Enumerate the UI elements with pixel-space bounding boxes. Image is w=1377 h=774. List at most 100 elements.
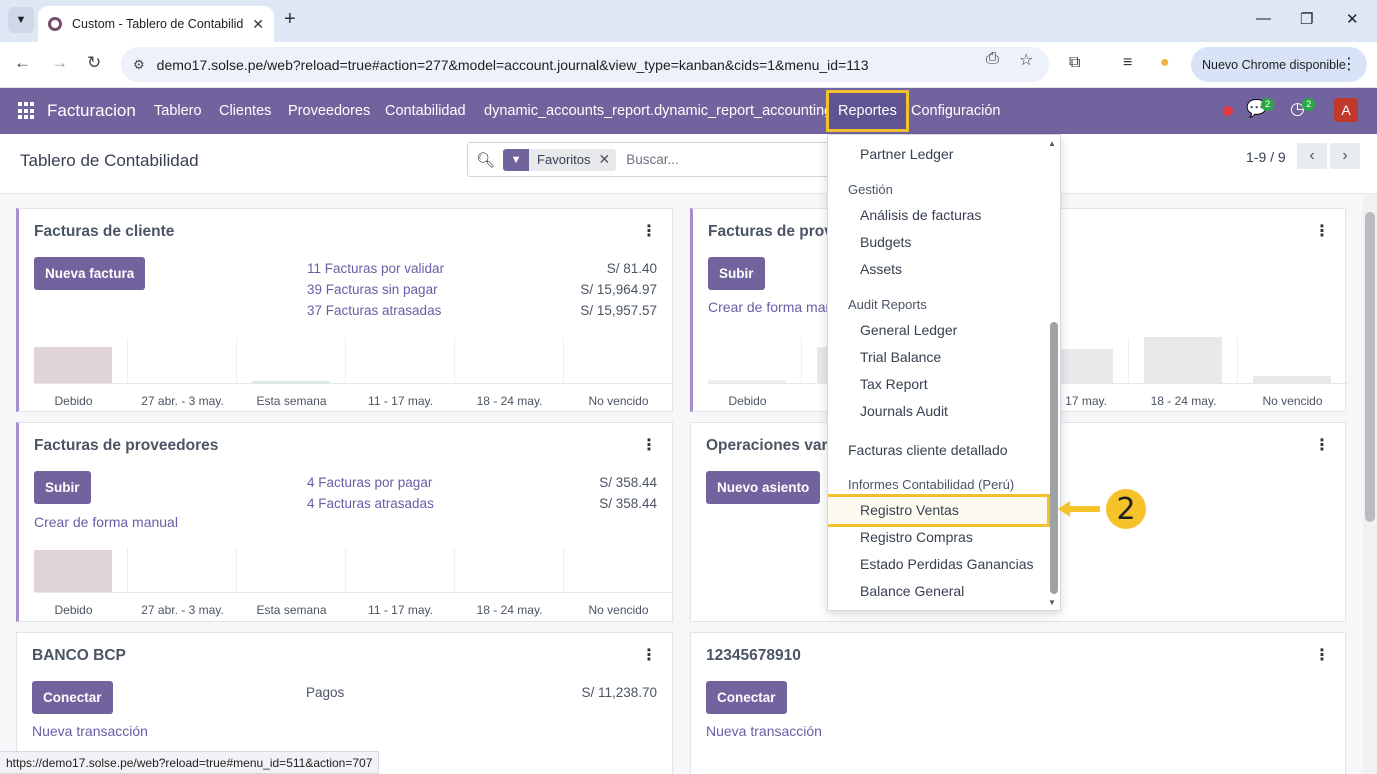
chrome-menu-icon[interactable]: ⋮ bbox=[1341, 54, 1357, 74]
maximize-icon[interactable]: ❐ bbox=[1300, 10, 1313, 28]
dropdown-scrollbar-thumb[interactable] bbox=[1050, 322, 1058, 594]
dropdown-item-journals-audit[interactable]: Journals Audit bbox=[860, 403, 948, 419]
forward-icon[interactable]: → bbox=[51, 53, 68, 73]
close-window-icon[interactable]: ✕ bbox=[1346, 10, 1359, 28]
new-entry-button[interactable]: Nuevo asiento bbox=[706, 471, 821, 504]
graph-bar-debido bbox=[34, 347, 112, 383]
line-label[interactable]: Pagos bbox=[306, 685, 344, 700]
apps-menu-icon[interactable] bbox=[18, 102, 36, 120]
create-manual-link[interactable]: Crear de forma manual bbox=[34, 514, 178, 530]
site-info-icon[interactable]: ⚙ bbox=[133, 57, 145, 73]
line-value: S/ 358.44 bbox=[599, 475, 657, 490]
extensions-icon[interactable]: ⧉ bbox=[1069, 54, 1080, 72]
card-menu-icon[interactable]: ⋮ bbox=[1314, 221, 1330, 241]
remove-facet-icon[interactable]: ✕ bbox=[599, 151, 617, 168]
dropdown-header-peru: Informes Contabilidad (Perú) bbox=[848, 477, 1015, 492]
media-control-icon[interactable]: ≡ bbox=[1123, 54, 1132, 72]
card-title[interactable]: Facturas de proveedores bbox=[34, 437, 218, 455]
install-app-icon[interactable]: ⎙ bbox=[986, 50, 999, 68]
control-panel: Tablero de Contabilidad 🔍︎ ▼ Favoritos ✕… bbox=[0, 134, 1377, 194]
aged-graph[interactable] bbox=[34, 547, 674, 593]
search-icon[interactable]: 🔍︎ bbox=[476, 151, 495, 169]
dropdown-item-general-ledger[interactable]: General Ledger bbox=[860, 322, 957, 338]
upload-button[interactable]: Subir bbox=[708, 257, 765, 290]
graph-label: Debido bbox=[54, 394, 93, 408]
line-label[interactable]: 4 Facturas por pagar bbox=[307, 475, 432, 490]
scroll-down-icon[interactable]: ▼ bbox=[1048, 598, 1056, 607]
address-bar[interactable]: ⚙ demo17.solse.pe/web?reload=true#action… bbox=[121, 47, 1049, 82]
new-tab-icon[interactable]: + bbox=[284, 8, 296, 31]
aged-graph[interactable] bbox=[34, 338, 674, 384]
dropdown-item-budgets[interactable]: Budgets bbox=[860, 234, 911, 250]
menu-configuracion[interactable]: Configuración bbox=[911, 103, 1000, 119]
graph-label: Debido bbox=[54, 603, 93, 617]
dropdown-item-assets[interactable]: Assets bbox=[860, 261, 902, 277]
connect-button[interactable]: Conectar bbox=[32, 681, 113, 714]
menu-proveedores[interactable]: Proveedores bbox=[288, 103, 370, 119]
reload-icon[interactable]: ↻ bbox=[87, 53, 101, 73]
line-label[interactable]: 37 Facturas atrasadas bbox=[307, 303, 441, 318]
line-label[interactable]: 4 Facturas atrasadas bbox=[307, 496, 434, 511]
close-tab-icon[interactable]: ✕ bbox=[252, 16, 264, 33]
line-value: S/ 11,238.70 bbox=[581, 685, 657, 700]
dropdown-item-balance-general[interactable]: Balance General bbox=[860, 583, 964, 599]
connect-button[interactable]: Conectar bbox=[706, 681, 787, 714]
page-scrollbar-thumb[interactable] bbox=[1365, 212, 1375, 522]
new-transaction-link[interactable]: Nueva transacción bbox=[32, 723, 148, 739]
graph-label: 27 abr. - 3 may. bbox=[141, 394, 224, 408]
pager-next-icon[interactable]: › bbox=[1330, 143, 1360, 169]
dropdown-item-registro-ventas[interactable]: Registro Ventas bbox=[860, 502, 959, 518]
card-title[interactable]: 12345678910 bbox=[706, 647, 801, 665]
line-value: S/ 15,964.97 bbox=[580, 282, 657, 297]
dropdown-item-estado-perdidas-ganancias[interactable]: Estado Perdidas Ganancias bbox=[860, 556, 1034, 572]
dropdown-item-trial-balance[interactable]: Trial Balance bbox=[860, 349, 941, 365]
menu-reportes[interactable]: Reportes bbox=[826, 90, 909, 132]
upload-button[interactable]: Subir bbox=[34, 471, 91, 504]
back-icon[interactable]: ← bbox=[14, 53, 31, 73]
menu-tablero[interactable]: Tablero bbox=[154, 103, 202, 119]
menu-contabilidad[interactable]: Contabilidad bbox=[385, 103, 466, 119]
card-title[interactable]: Operaciones vari bbox=[706, 437, 832, 455]
new-invoice-button[interactable]: Nueva factura bbox=[34, 257, 146, 290]
browser-toolbar: ← → ↻ ⚙ demo17.solse.pe/web?reload=true#… bbox=[0, 42, 1377, 88]
dropdown-item-partner-ledger[interactable]: Partner Ledger bbox=[860, 146, 953, 162]
search-facet[interactable]: ▼ Favoritos ✕ bbox=[503, 148, 617, 171]
facet-label: Favoritos bbox=[537, 152, 591, 167]
dropdown-item-registro-compras[interactable]: Registro Compras bbox=[860, 529, 973, 545]
graph-label: No vencido bbox=[588, 394, 649, 408]
card-menu-icon[interactable]: ⋮ bbox=[641, 435, 657, 455]
chrome-update-button[interactable]: Nuevo Chrome disponible ⋮ bbox=[1191, 47, 1367, 82]
line-label[interactable]: 39 Facturas sin pagar bbox=[307, 282, 438, 297]
bookmark-star-icon[interactable]: ☆ bbox=[1019, 50, 1033, 70]
line-value: S/ 358.44 bbox=[599, 496, 657, 511]
scroll-up-icon[interactable]: ▲ bbox=[1048, 139, 1056, 148]
pager-value[interactable]: 1-9 / 9 bbox=[1246, 149, 1286, 165]
line-label[interactable]: 11 Facturas por validar bbox=[307, 261, 444, 276]
user-avatar[interactable]: A bbox=[1334, 98, 1358, 122]
search-input[interactable]: Buscar... bbox=[626, 152, 679, 167]
card-menu-icon[interactable]: ⋮ bbox=[641, 221, 657, 241]
pager-previous-icon[interactable]: ‹ bbox=[1297, 143, 1327, 169]
dropdown-item-analisis-facturas[interactable]: Análisis de facturas bbox=[860, 207, 981, 223]
card-menu-icon[interactable]: ⋮ bbox=[1314, 645, 1330, 665]
menu-dynamic-report[interactable]: dynamic_accounts_report.dynamic_report_a… bbox=[484, 103, 832, 119]
card-title[interactable]: Facturas de prov bbox=[708, 223, 833, 241]
tab-search-button[interactable]: ▼ bbox=[8, 7, 34, 33]
dropdown-item-tax-report[interactable]: Tax Report bbox=[860, 376, 928, 392]
menu-clientes[interactable]: Clientes bbox=[219, 103, 271, 119]
journal-card-bank-2: 12345678910 ⋮ Conectar Nueva transacción bbox=[690, 632, 1346, 774]
app-brand[interactable]: Facturacion bbox=[47, 101, 136, 121]
new-transaction-link[interactable]: Nueva transacción bbox=[706, 723, 822, 739]
create-manual-link[interactable]: Crear de forma manu bbox=[708, 299, 841, 315]
browser-tab[interactable]: Custom - Tablero de Contabilid ✕ bbox=[38, 6, 274, 42]
search-bar[interactable]: 🔍︎ ▼ Favoritos ✕ Buscar... bbox=[467, 142, 837, 177]
profile-icon[interactable]: ● bbox=[1160, 54, 1170, 72]
dropdown-item-facturas-detallado[interactable]: Facturas cliente detallado bbox=[848, 442, 1008, 458]
minimize-icon[interactable]: — bbox=[1256, 10, 1271, 27]
journal-card-sale: Facturas de cliente ⋮ Nueva factura 11 F… bbox=[16, 208, 674, 412]
card-menu-icon[interactable]: ⋮ bbox=[641, 645, 657, 665]
card-title[interactable]: BANCO BCP bbox=[32, 647, 126, 665]
card-title[interactable]: Facturas de cliente bbox=[34, 223, 174, 241]
card-menu-icon[interactable]: ⋮ bbox=[1314, 435, 1330, 455]
line-value: S/ 81.40 bbox=[606, 261, 657, 276]
